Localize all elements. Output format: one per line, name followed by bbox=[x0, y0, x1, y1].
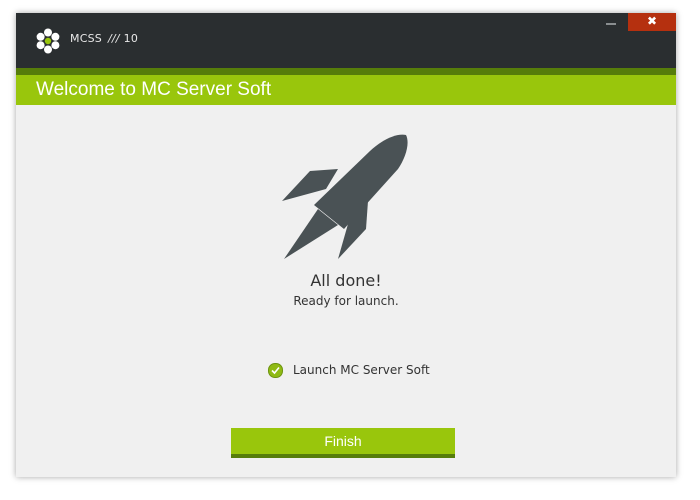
checkmark-icon bbox=[271, 366, 280, 374]
close-button[interactable]: ✖ bbox=[628, 13, 676, 31]
launch-checkbox-row[interactable]: Launch MC Server Soft bbox=[268, 360, 430, 380]
logo-icon bbox=[36, 28, 60, 54]
done-title: All done! bbox=[310, 271, 382, 290]
minimize-button[interactable] bbox=[598, 13, 626, 33]
finish-button[interactable]: Finish bbox=[231, 428, 455, 458]
app-version: 10 bbox=[123, 32, 139, 45]
title-separator: /// bbox=[107, 32, 120, 45]
launch-checkbox[interactable] bbox=[268, 362, 283, 378]
header-bar: Welcome to MC Server Soft bbox=[16, 75, 676, 105]
header-accent-strip bbox=[16, 68, 676, 75]
app-name: MCSS bbox=[70, 32, 102, 45]
launch-checkbox-label: Launch MC Server Soft bbox=[293, 363, 430, 377]
close-icon: ✖ bbox=[646, 14, 658, 28]
page-title: Welcome to MC Server Soft bbox=[36, 79, 272, 100]
done-subtitle: Ready for launch. bbox=[293, 294, 399, 308]
minimize-icon bbox=[606, 23, 616, 25]
title-bar[interactable]: MCSS ///10 ✖ bbox=[16, 13, 676, 68]
installer-window: MCSS ///10 ✖ Welcome to MC Server Soft Al… bbox=[16, 13, 676, 477]
app-title: MCSS ///10 bbox=[70, 32, 138, 45]
rocket-icon bbox=[282, 134, 408, 259]
